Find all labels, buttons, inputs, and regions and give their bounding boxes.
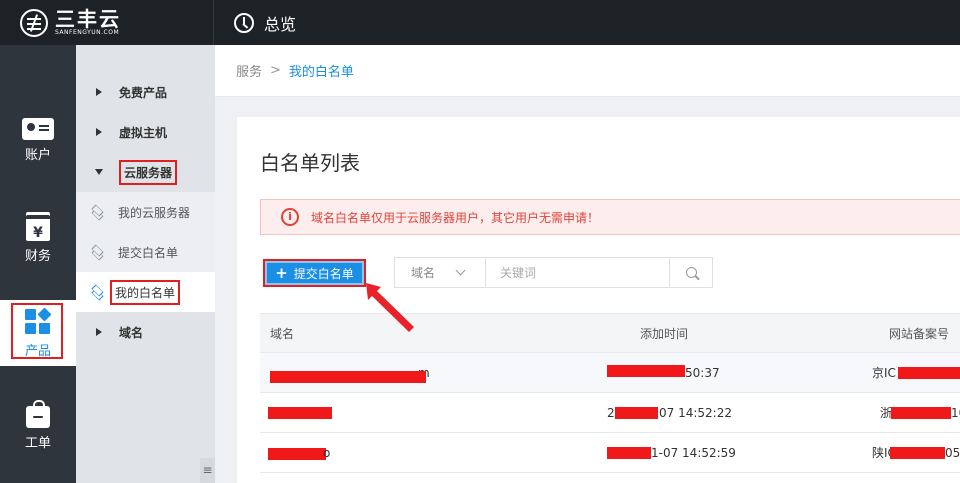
breadcrumb-current: 我的白名单: [288, 65, 354, 80]
caret-right-icon: [96, 328, 102, 336]
subnav-label: 虚拟主机: [119, 125, 168, 140]
brand-logo[interactable]: 三丰云 SANFENGYUN.COM: [0, 0, 214, 45]
submit-whitelist-button[interactable]: + 提交白名单: [263, 259, 366, 287]
caret-right-icon: [96, 128, 102, 136]
redaction-mark: [607, 365, 685, 377]
column-header-icp: 网站备案号: [889, 327, 950, 341]
redaction-mark: [891, 407, 951, 419]
row-icp-suffix: 10: [951, 406, 960, 420]
search-icon: [685, 267, 697, 278]
overview-link[interactable]: 总览: [234, 0, 296, 45]
row-icp: 京IC: [872, 366, 896, 380]
redaction-mark: [268, 407, 332, 419]
row-added-time: 07 14:52:22: [659, 406, 732, 420]
caret-down-icon: [95, 169, 103, 175]
redaction-mark: [270, 371, 426, 383]
collapse-sidebar-button[interactable]: ≡: [200, 458, 215, 483]
plus-icon: +: [275, 264, 288, 282]
rail-item-products[interactable]: 产品: [0, 300, 76, 366]
subnav-label: 提交白名单: [118, 245, 179, 260]
rail-item-tickets[interactable]: 工单: [0, 400, 76, 451]
rail-label: 账户: [24, 148, 51, 163]
column-header-added-time: 添加时间: [640, 327, 689, 341]
column-header-domain: 域名: [270, 327, 295, 341]
product-subnav: 免费产品 虚拟主机 云服务器 我的云服务器 提交白名单 我的白名单 域名: [76, 45, 215, 483]
id-card-icon: [22, 118, 54, 140]
subnav-item-virtual-host[interactable]: 虚拟主机: [76, 112, 215, 152]
table-row[interactable]: o 1-07 14:52:59 陕IC 050: [260, 433, 960, 473]
breadcrumb-separator: >: [270, 63, 281, 78]
row-domain-suffix: o: [323, 446, 331, 460]
row-added-time: 50:37: [685, 366, 720, 380]
caret-right-icon: [96, 88, 102, 96]
layers-icon: [90, 284, 106, 301]
subnav-label: 免费产品: [119, 85, 168, 100]
redaction-mark: [615, 407, 658, 419]
table-header-row: 域名 添加时间 网站备案号: [260, 313, 960, 353]
subnav-item-my-whitelist[interactable]: 我的白名单: [76, 272, 215, 312]
breadcrumb: 服务 > 我的白名单: [215, 45, 960, 97]
dashboard-icon: [234, 12, 254, 33]
button-label: 提交白名单: [293, 266, 354, 281]
page-title: 白名单列表: [260, 151, 360, 175]
rail-item-finance[interactable]: ¥ 财务: [0, 215, 76, 264]
brand-domain: SANFENGYUN.COM: [55, 28, 120, 36]
subnav-item-my-cloud-servers[interactable]: 我的云服务器: [76, 192, 215, 232]
layers-icon: [90, 244, 106, 261]
search-bar: 域名 关键词: [394, 257, 713, 288]
search-field-select[interactable]: 域名: [395, 258, 486, 287]
main-nav-rail: 账户 ¥ 财务 产品 工单: [0, 45, 76, 483]
subnav-label: 域名: [119, 325, 144, 340]
whitelist-panel: 白名单列表 i 域名白名单仅用于云服务器用户，其它用户无需申请！ + 提交白名单…: [237, 117, 960, 483]
table-row[interactable]: m 50:37 京IC: [260, 353, 960, 393]
top-bar: 三丰云 SANFENGYUN.COM 总览: [0, 0, 960, 45]
redaction-mark: [890, 447, 945, 459]
redaction-mark: [898, 367, 960, 379]
subnav-item-submit-whitelist[interactable]: 提交白名单: [76, 232, 215, 272]
rail-label: 财务: [24, 249, 51, 264]
keyword-input[interactable]: 关键词: [486, 258, 669, 287]
search-button[interactable]: [669, 258, 712, 287]
row-icp-suffix: 050: [945, 446, 960, 460]
subnav-item-free-products[interactable]: 免费产品: [76, 72, 215, 112]
table-row[interactable]: 2 07 14:52:22 浙 10: [260, 393, 960, 433]
subnav-label: 云服务器: [119, 159, 178, 185]
whitelist-table: 域名 添加时间 网站备案号 m 50:37 京IC 2 07 14:52:22 …: [260, 313, 960, 473]
overview-label: 总览: [264, 14, 297, 34]
row-added-time-prefix: 2: [607, 406, 615, 420]
yen-icon: ¥: [26, 215, 50, 241]
info-icon: i: [281, 208, 299, 226]
grid-icon: [24, 307, 52, 336]
alert-text: 域名白名单仅用于云服务器用户，其它用户无需申请！: [311, 210, 600, 225]
row-added-time: 1-07 14:52:59: [651, 446, 736, 460]
subnav-label: 我的白名单: [110, 279, 181, 305]
subnav-item-domain[interactable]: 域名: [76, 312, 215, 352]
bag-icon: [26, 400, 50, 428]
select-value: 域名: [411, 266, 436, 280]
breadcrumb-root[interactable]: 服务: [236, 61, 262, 80]
redaction-mark: [607, 447, 651, 459]
layers-icon: [90, 204, 106, 221]
notice-alert: i 域名白名单仅用于云服务器用户，其它用户无需申请！: [260, 199, 960, 235]
rail-label: 工单: [24, 436, 51, 451]
subnav-label: 我的云服务器: [118, 205, 191, 220]
subnav-item-cloud-server[interactable]: 云服务器: [76, 152, 215, 192]
logo-icon: [20, 8, 48, 37]
redaction-mark: [268, 448, 326, 460]
rail-item-account[interactable]: 账户: [0, 118, 76, 163]
brand-name: 三丰云: [55, 6, 121, 31]
chevron-down-icon: [455, 265, 466, 276]
